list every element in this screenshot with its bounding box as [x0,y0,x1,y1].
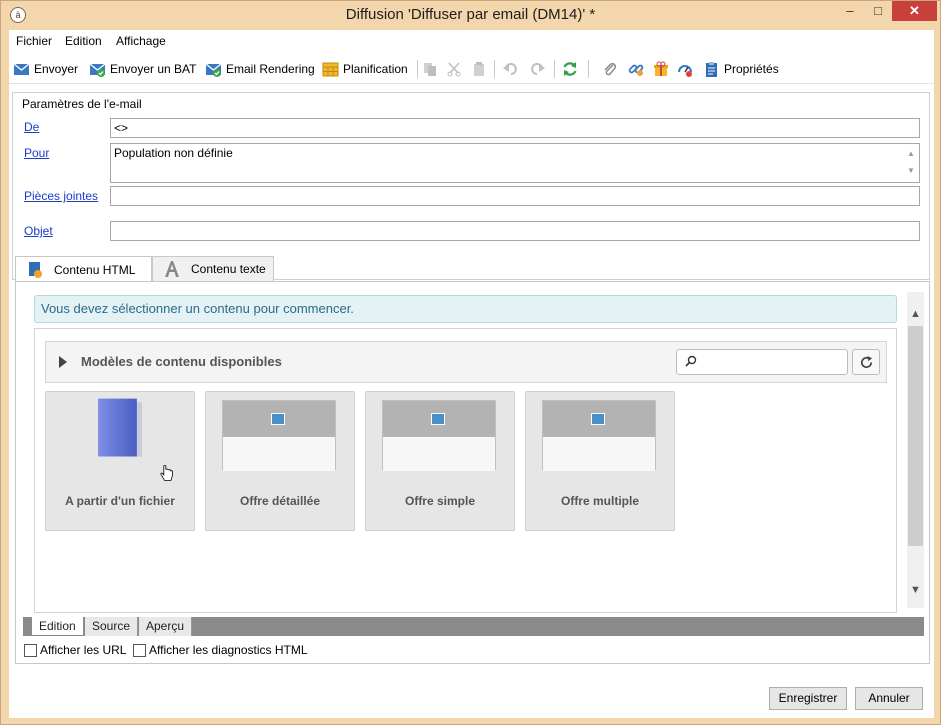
attachments-link[interactable]: Pièces jointes [24,189,98,203]
tab-text-content[interactable]: Contenu texte [152,256,274,281]
to-link[interactable]: Pour [24,146,49,160]
send-button[interactable]: Envoyer [13,59,78,79]
search-icon [685,355,697,367]
menu-fichier[interactable]: Fichier [16,34,52,48]
scroll-up-icon[interactable]: ▲ [907,306,924,323]
multiple-offer-thumbnail [542,400,656,471]
hand-cursor-icon [160,465,173,481]
to-field-value: Population non définie [114,146,233,160]
save-button[interactable]: Enregistrer [769,687,847,710]
title-bar[interactable]: ä Diffusion 'Diffuser par email (DM14)' … [1,1,940,30]
card-label: A partir d'un fichier [65,494,175,508]
templates-header[interactable]: Modèles de contenu disponibles [45,341,887,383]
from-field[interactable]: <> [110,118,920,138]
gauge-icon[interactable] [677,61,693,77]
paperclip-icon[interactable] [602,61,618,77]
template-search-input[interactable] [676,349,848,375]
show-diagnostics-option[interactable]: Afficher les diagnostics HTML [133,643,308,657]
scroll-thumb[interactable] [908,326,923,546]
send-proof-label: Envoyer un BAT [110,62,197,76]
expand-arrow-icon[interactable] [59,356,67,368]
html-content-panel: Vous devez sélectionner un contenu pour … [15,281,930,664]
calendar-icon [322,62,339,76]
email-rendering-label: Email Rendering [226,62,315,76]
card-label: Offre détaillée [239,494,321,508]
tab-preview[interactable]: Aperçu [139,617,193,636]
clipboard-icon [706,61,717,77]
template-refresh-button[interactable] [852,349,880,375]
undo-icon[interactable] [503,61,519,77]
show-urls-checkbox[interactable] [24,643,37,657]
template-card-multiple-offer[interactable]: Offre multiple [525,391,675,531]
toolbar: Envoyer Envoyer un BAT Email Rendering P… [9,56,934,84]
paste-icon[interactable] [471,61,487,77]
menu-affichage[interactable]: Affichage [116,34,166,48]
planning-label: Planification [343,62,408,76]
redo-icon[interactable] [529,61,545,77]
envelope-icon [13,62,30,75]
cancel-button[interactable]: Annuler [855,687,923,710]
show-urls-label: Afficher les URL [40,643,127,657]
content-scrollbar[interactable]: ▲ ▼ [907,292,924,608]
to-field-scrollbar[interactable]: ▲ ▼ [904,145,918,181]
refresh-icon [860,355,873,369]
properties-button[interactable]: Propriétés [703,59,779,79]
subject-link[interactable]: Objet [24,224,53,238]
refresh-icon[interactable] [562,61,578,77]
toolbar-separator [417,60,418,78]
send-label: Envoyer [34,62,79,76]
editor-tabs: Edition Source Aperçu [23,617,924,636]
subject-field[interactable] [110,221,920,241]
close-button[interactable]: ✕ [892,1,937,21]
planning-button[interactable]: Planification [322,59,408,79]
send-proof-button[interactable]: Envoyer un BAT [89,59,196,79]
scroll-down-icon[interactable]: ▼ [907,582,924,599]
minimize-button[interactable]: – [836,1,864,21]
simple-offer-thumbnail [382,400,496,471]
group-title: Paramètres de l'e-mail [22,97,142,111]
envelope-check-icon [89,62,106,77]
toolbar-separator [588,60,589,78]
tab-source[interactable]: Source [85,617,139,636]
template-panel: Modèles de contenu disponibles A partir … [34,328,897,613]
attachments-field[interactable] [110,186,920,206]
info-banner: Vous devez sélectionner un contenu pour … [34,295,897,323]
toolbar-separator [554,60,555,78]
folder-icon [98,398,142,457]
card-label: Offre simple [404,494,476,508]
app-window: ä Diffusion 'Diffuser par email (DM14)' … [0,0,941,725]
menu-edition[interactable]: Edition [65,34,102,48]
window-title: Diffusion 'Diffuser par email (DM14)' * [345,6,596,23]
properties-label: Propriétés [724,62,779,76]
template-card-simple-offer[interactable]: Offre simple [365,391,515,531]
tab-html-content[interactable]: Contenu HTML [15,256,152,283]
toolbar-separator [494,60,495,78]
client-area: Fichier Edition Affichage Envoyer Envoye… [9,30,934,718]
email-params-group: Paramètres de l'e-mail De <> Pour Popula… [12,92,930,280]
envelope-rendering-icon [205,62,222,77]
card-label: Offre multiple [560,494,639,508]
tab-text-label: Contenu texte [191,262,266,276]
template-card-from-file[interactable]: A partir d'un fichier [45,391,195,531]
cut-icon[interactable] [446,61,462,77]
menu-bar: Fichier Edition Affichage [9,30,934,52]
show-diagnostics-label: Afficher les diagnostics HTML [149,643,308,657]
gift-icon[interactable] [653,61,669,77]
link-icon[interactable] [628,61,644,77]
templates-title: Modèles de contenu disponibles [81,354,282,369]
to-field[interactable]: Population non définie ▲ ▼ [110,143,920,183]
template-card-detailed-offer[interactable]: Offre détaillée [205,391,355,531]
from-link[interactable]: De [24,120,39,134]
copy-icon[interactable] [422,61,438,77]
email-rendering-button[interactable]: Email Rendering [205,59,315,79]
show-diagnostics-checkbox[interactable] [133,643,146,657]
maximize-button[interactable]: □ [864,1,892,21]
text-content-icon [165,261,179,277]
detailed-offer-thumbnail [222,400,336,471]
html-content-icon [29,262,42,278]
tab-edition[interactable]: Edition [31,617,84,636]
show-urls-option[interactable]: Afficher les URL [24,643,126,657]
tab-html-label: Contenu HTML [54,263,136,277]
